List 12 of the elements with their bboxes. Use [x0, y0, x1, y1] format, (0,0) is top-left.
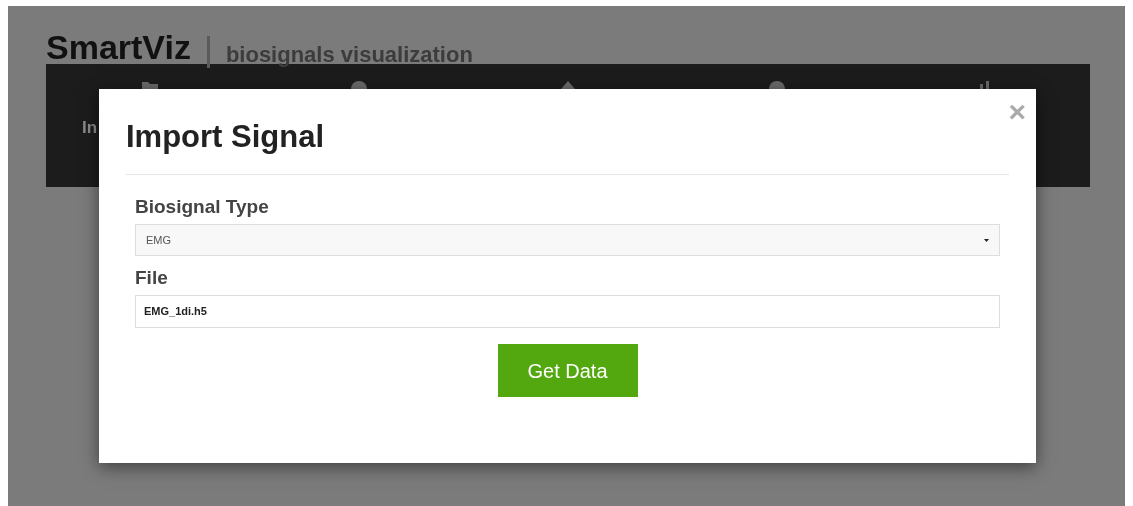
tagline: biosignals visualization	[225, 44, 473, 66]
nav-label[interactable]: In	[82, 115, 98, 141]
close-button[interactable]: ×	[1008, 97, 1026, 127]
select-field[interactable]: EMG	[135, 224, 1000, 256]
brand-title: SmartViz	[46, 30, 191, 64]
arrow-icon	[561, 81, 575, 89]
field-label: Biosignal Type	[135, 197, 270, 216]
caret-icon	[984, 238, 989, 242]
dialog-title: Import Signal	[126, 121, 326, 152]
get-data-button[interactable]: Get Data	[497, 344, 638, 397]
file-field[interactable]: EMG_1di.h5	[135, 295, 1000, 328]
field-label: File	[135, 268, 169, 287]
